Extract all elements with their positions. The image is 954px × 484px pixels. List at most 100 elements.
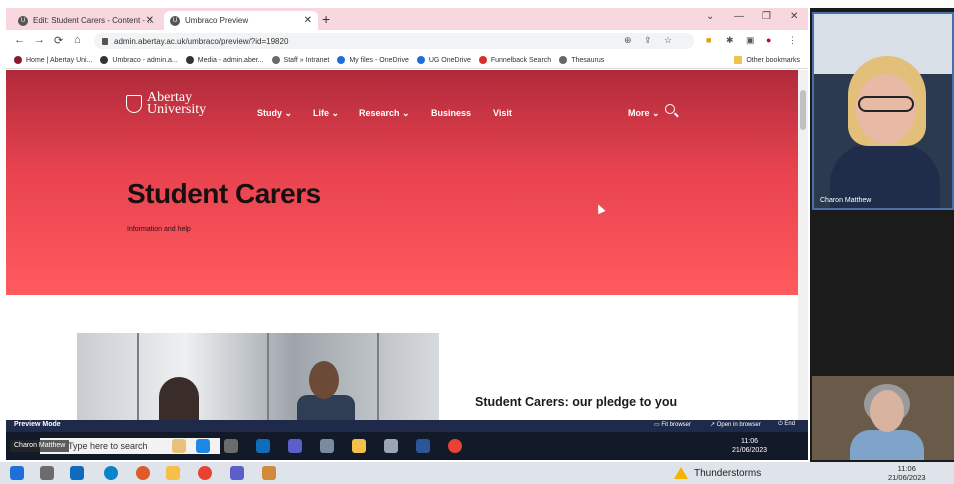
bookmark-label: Home | Abertay Uni... <box>26 56 93 64</box>
nav-research[interactable]: Research ⌄ <box>359 108 410 119</box>
bookmark-staff-intranet[interactable]: Staff » Intranet <box>271 56 329 64</box>
taskbar: Thunderstorms 11:06 21/06/2023 <box>0 462 954 484</box>
tab-label: Umbraco Preview <box>185 16 249 25</box>
remote-taskbar: Type here to search 11:06 21/06/2023 <box>6 432 808 460</box>
page-scrollbar[interactable] <box>798 70 808 420</box>
cortana-icon[interactable] <box>172 439 186 453</box>
chrome-icon[interactable] <box>198 466 212 480</box>
paint-icon[interactable] <box>384 439 398 453</box>
back-icon[interactable]: ← <box>14 34 25 46</box>
fit-browser-label: Fit browser <box>661 422 692 428</box>
profile-icon[interactable]: ● <box>766 35 771 45</box>
app-icon[interactable] <box>136 466 150 480</box>
remote-time: 11:06 <box>741 438 759 445</box>
folder-icon <box>734 56 743 64</box>
close-icon[interactable]: ✕ <box>146 15 154 26</box>
bookmark-icon <box>271 56 280 64</box>
extension-icon[interactable]: ■ <box>706 35 711 45</box>
bookmark-ug-onedrive[interactable]: UG OneDrive <box>416 56 471 64</box>
nav-business[interactable]: Business <box>431 108 471 118</box>
funnel-icon <box>478 56 487 64</box>
participant-face <box>870 390 904 432</box>
home-icon[interactable]: ⌂ <box>74 34 81 46</box>
system-clock[interactable]: 11:06 21/06/2023 <box>888 464 926 482</box>
windows-start-icon[interactable] <box>10 466 24 480</box>
sidebar-icon[interactable]: ▣ <box>746 35 755 46</box>
remote-date: 21/06/2023 <box>732 447 768 454</box>
chevron-down-icon[interactable]: ⌄ <box>706 11 714 22</box>
bookmark-icon <box>559 56 568 64</box>
cloud-icon <box>416 56 425 64</box>
outlook-icon[interactable] <box>70 466 84 480</box>
file-explorer-icon[interactable] <box>166 466 180 480</box>
window-frame <box>137 333 139 420</box>
cloud-icon <box>337 56 346 64</box>
minimize-icon[interactable]: — <box>734 11 744 22</box>
nav-life[interactable]: Life ⌄ <box>313 108 339 119</box>
participant-tile-2[interactable] <box>812 376 954 460</box>
url-field[interactable]: admin.abertay.ac.uk/umbraco/preview/?id=… <box>94 33 694 49</box>
window-frame <box>377 333 379 420</box>
bookmark-funnelback[interactable]: Funnelback Search <box>478 56 552 64</box>
new-tab-icon[interactable]: + <box>322 11 330 27</box>
puzzle-icon[interactable]: ✱ <box>726 35 734 46</box>
tab-label: Edit: Student Carers - Content - ... <box>33 16 154 25</box>
close-window-icon[interactable]: ✕ <box>790 11 798 22</box>
task-view-icon[interactable] <box>224 439 238 453</box>
open-in-browser-label: Open in browser <box>716 422 761 428</box>
outlook-icon[interactable] <box>256 439 270 453</box>
participant-tile[interactable]: Charon Matthew <box>812 12 954 210</box>
address-bar: ← → ⟳ ⌂ admin.abertay.ac.uk/umbraco/prev… <box>6 30 808 52</box>
teams-icon[interactable] <box>288 439 302 453</box>
word-icon[interactable] <box>416 439 430 453</box>
share-icon[interactable]: ⇪ <box>644 35 652 46</box>
bookmark-label: Media - admin.aber... <box>197 56 264 64</box>
paint-icon[interactable] <box>262 466 276 480</box>
reload-icon[interactable]: ⟳ <box>54 34 63 47</box>
edge-icon[interactable] <box>104 466 118 480</box>
bookmark-media[interactable]: Media - admin.aber... <box>185 56 264 64</box>
nav-more[interactable]: More ⌄ <box>628 108 660 119</box>
zoom-icon[interactable]: ⊕ <box>624 35 632 46</box>
other-bookmarks[interactable]: Other bookmarks <box>734 56 800 64</box>
star-icon[interactable]: ☆ <box>664 35 672 46</box>
hero-banner: Abertay University Study ⌄ Life ⌄ Resear… <box>6 70 798 295</box>
nav-visit[interactable]: Visit <box>493 108 512 118</box>
open-in-browser-button[interactable]: ↗ Open in browser <box>710 421 761 428</box>
file-explorer-icon[interactable] <box>352 439 366 453</box>
app-icon[interactable] <box>320 439 334 453</box>
glasses-icon <box>858 96 914 112</box>
bookmark-onedrive[interactable]: My files - OneDrive <box>337 56 409 64</box>
restore-icon[interactable]: ❐ <box>762 11 771 22</box>
end-preview-button[interactable]: ⏻ End <box>778 421 795 428</box>
weather-widget[interactable]: Thunderstorms <box>674 467 761 479</box>
task-view-icon[interactable] <box>40 466 54 480</box>
window-frame <box>267 333 269 420</box>
crest-icon <box>126 95 142 113</box>
scroll-thumb[interactable] <box>800 90 806 130</box>
warning-icon <box>674 467 688 479</box>
widget-icon[interactable] <box>196 439 210 453</box>
tab-edit-content[interactable]: U Edit: Student Carers - Content - ... ✕ <box>12 11 160 30</box>
bookmark-label: My files - OneDrive <box>349 56 409 64</box>
system-date: 21/06/2023 <box>888 473 926 482</box>
chrome-icon[interactable] <box>448 439 462 453</box>
abertay-logo[interactable]: Abertay University <box>126 91 206 117</box>
forward-icon[interactable]: → <box>34 34 45 46</box>
bookmark-label: Funnelback Search <box>490 56 552 64</box>
bookmark-home-abertay[interactable]: Home | Abertay Uni... <box>14 56 92 64</box>
tab-umbraco-preview[interactable]: U Umbraco Preview ✕ <box>164 11 318 30</box>
search-icon[interactable] <box>665 104 675 114</box>
menu-icon[interactable]: ⋮ <box>788 35 797 46</box>
lock-icon <box>102 37 108 45</box>
nav-study[interactable]: Study ⌄ <box>257 108 292 119</box>
fit-browser-button[interactable]: ▭ Fit browser <box>654 421 691 428</box>
close-icon[interactable]: ✕ <box>304 15 312 26</box>
preview-mode-label: Preview Mode <box>14 421 61 428</box>
page-title: Student Carers <box>127 178 321 209</box>
bookmark-umbraco[interactable]: Umbraco - admin.a... <box>100 56 178 64</box>
bookmark-icon <box>185 56 194 64</box>
bookmark-thesaurus[interactable]: Thesaurus <box>559 56 604 64</box>
browser-window: U Edit: Student Carers - Content - ... ✕… <box>6 8 808 420</box>
teams-icon[interactable] <box>230 466 244 480</box>
